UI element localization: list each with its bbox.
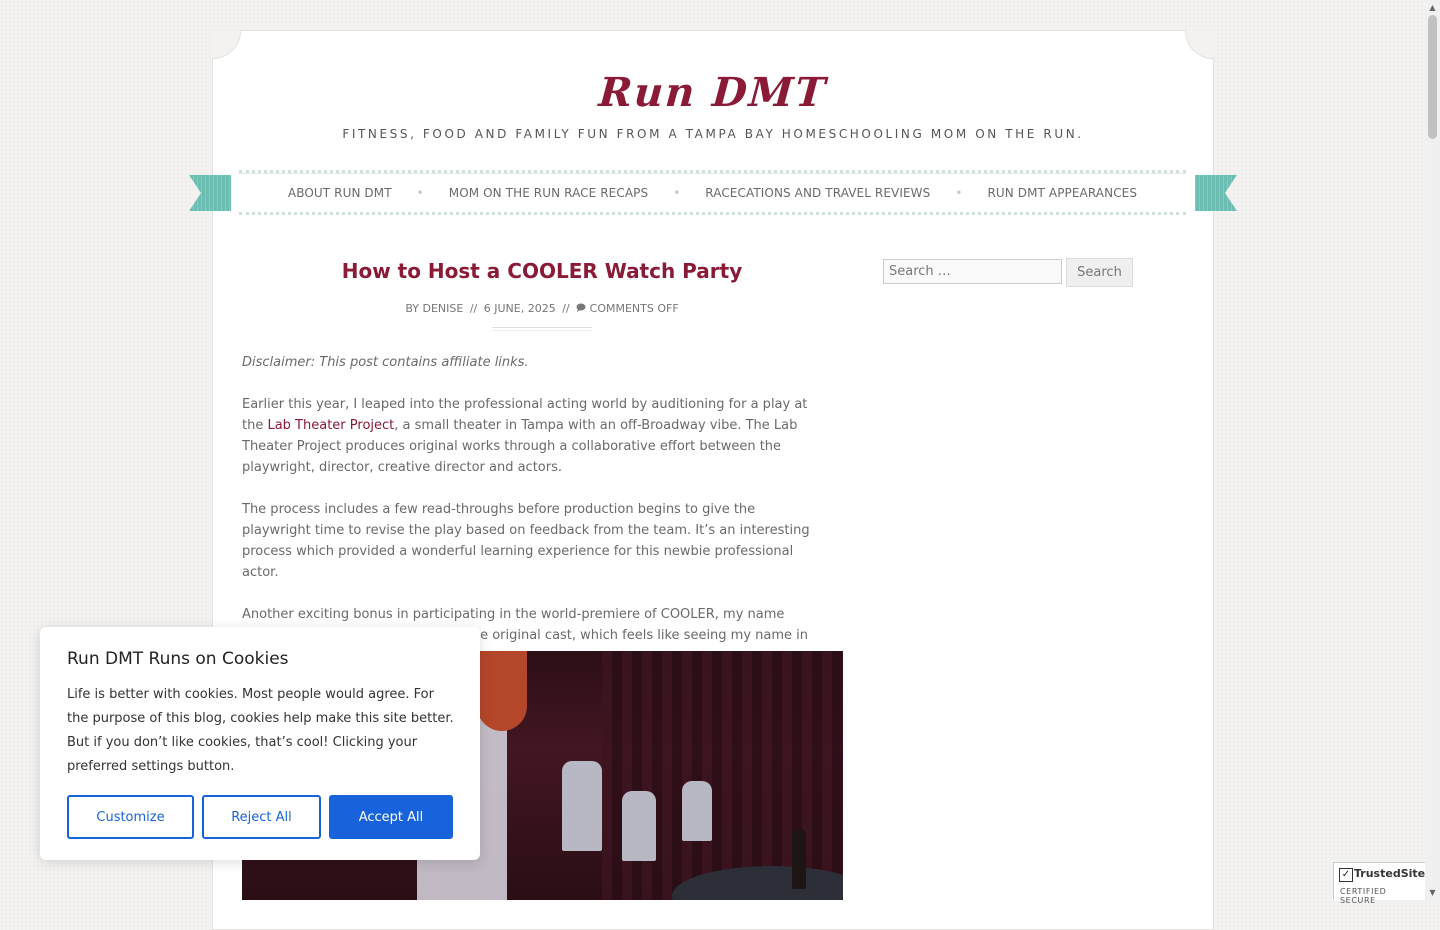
nav-ribbon-right [1195,175,1237,211]
nav-item-race-recaps[interactable]: MOM ON THE RUN RACE RECAPS [449,186,648,200]
meta-author[interactable]: DENISE [423,302,464,315]
page-corner-left [212,30,241,59]
trustedsite-name: TrustedSite [1354,867,1426,880]
site-tagline: FITNESS, FOOD AND FAMILY FUN FROM A TAMP… [342,127,1084,141]
meta-by: BY [405,302,419,315]
comment-icon [576,302,590,315]
trustedsite-subtitle: CERTIFIED SECURE [1340,887,1387,905]
meta-separator: // [562,302,570,315]
cookie-banner: Run DMT Runs on Cookies Life is better w… [40,627,480,860]
nav-separator: • [955,185,963,200]
meta-date[interactable]: 6 JUNE, 2025 [484,302,556,315]
meta-divider [492,327,592,331]
paragraph-2: The process includes a few read-throughs… [242,502,810,580]
page-scrollbar[interactable]: ▲ ▼ [1425,0,1440,900]
post-title[interactable]: How to Host a COOLER Watch Party [242,259,842,283]
search-input[interactable] [883,259,1062,284]
lab-theater-link[interactable]: Lab Theater Project [267,418,394,433]
paragraph-1: Earlier this year, I leaped into the pro… [242,394,824,478]
post-meta: BY DENISE // 6 JUNE, 2025 // COMMENTS OF… [242,302,842,315]
cookie-title: Run DMT Runs on Cookies [67,649,289,669]
nav-item-about[interactable]: ABOUT RUN DMT [288,186,392,200]
page-corner-right [1185,30,1214,59]
search-button[interactable]: Search [1066,258,1133,287]
scroll-up-arrow-icon[interactable]: ▲ [1425,0,1440,15]
reject-all-button[interactable]: Reject All [202,795,321,839]
nav-separator: • [673,185,681,200]
nav-item-appearances[interactable]: RUN DMT APPEARANCES [987,186,1137,200]
scroll-down-arrow-icon[interactable]: ▼ [1425,885,1440,900]
check-icon: ✓ [1339,868,1353,882]
nav-item-racecations[interactable]: RACECATIONS AND TRAVEL REVIEWS [705,186,930,200]
nav-ribbon-left [189,175,231,211]
disclaimer-text: Disclaimer: This post contains affiliate… [242,355,529,370]
meta-comments: COMMENTS OFF [589,302,679,315]
cookie-body: Life is better with cookies. Most people… [67,687,454,774]
accept-all-button[interactable]: Accept All [329,795,453,839]
customize-button[interactable]: Customize [67,795,194,839]
main-navigation: ABOUT RUN DMT • MOM ON THE RUN RACE RECA… [239,170,1186,215]
trustedsite-badge[interactable]: ✓ TrustedSite CERTIFIED SECURE [1333,862,1426,905]
scrollbar-thumb[interactable] [1428,15,1437,139]
nav-separator: • [416,185,424,200]
meta-separator: // [469,302,478,315]
site-title[interactable]: Run DMT [211,69,1214,116]
